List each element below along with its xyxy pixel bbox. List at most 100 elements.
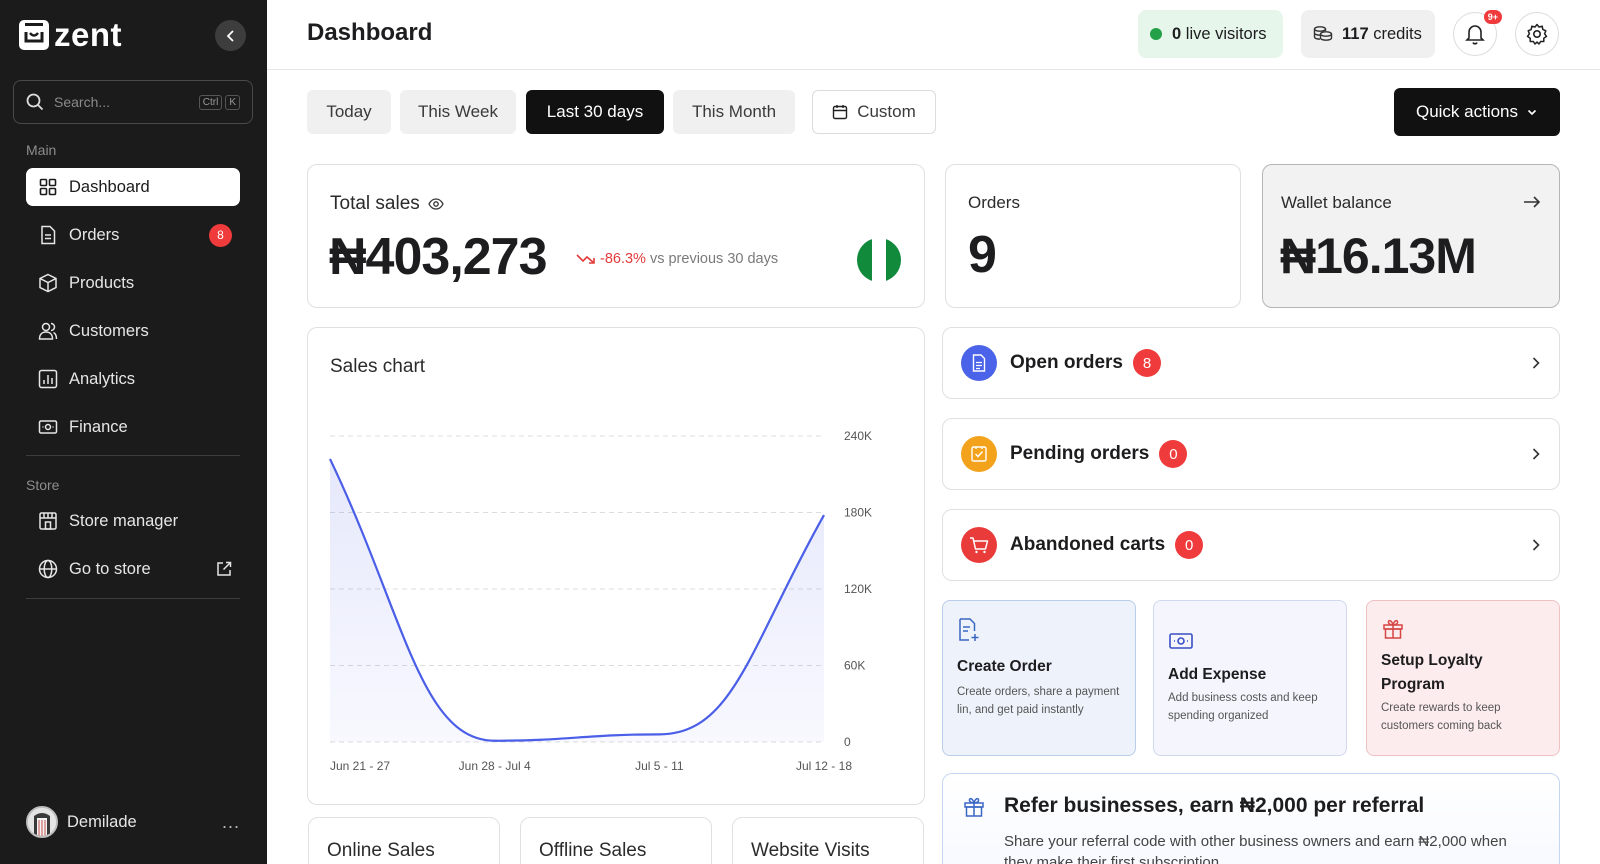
x-axis-ticks: Jun 21 - 27 Jun 28 - Jul 4 Jul 5 - 11 Jul 1… [330, 759, 852, 773]
abandoned-carts-row[interactable]: Abandoned carts 0 [942, 509, 1560, 581]
settings-button[interactable] [1515, 12, 1559, 56]
receipt-icon [961, 436, 997, 472]
live-status-dot [1150, 28, 1162, 40]
website-visits-label: Website Visits [751, 840, 870, 861]
setup-loyalty-title: Setup Loyalty Program [1381, 652, 1483, 693]
orders-value: 9 [968, 226, 997, 284]
y-tick-label: 60K [844, 659, 865, 673]
orders-count-badge: 8 [209, 223, 232, 247]
sales-chart[interactable]: 240K 180K 120K 60K 0 Jun 21 - 27 Jun 28 - Jul… [308, 328, 926, 806]
external-link-icon [216, 561, 232, 577]
add-expense-title: Add Expense [1168, 666, 1267, 683]
sidebar-item-products[interactable]: Products [26, 264, 240, 302]
collapse-sidebar-button[interactable] [215, 20, 246, 51]
total-sales-value: ₦403,273 [329, 228, 548, 286]
orders-card[interactable]: Orders 9 [945, 164, 1241, 308]
sidebar-item-label: Go to store [69, 559, 151, 578]
search-input[interactable]: Search... Ctrl K [13, 80, 253, 124]
eye-icon[interactable] [428, 198, 444, 210]
pending-orders-count: 0 [1159, 440, 1188, 468]
total-sales-card: Total sales ₦403,273 -86.3% vs previous … [307, 164, 925, 308]
bar-chart-icon [38, 369, 58, 389]
pending-orders-row[interactable]: Pending orders 0 [942, 418, 1560, 490]
gift-icon [1381, 617, 1545, 641]
arrow-right-icon [1523, 195, 1541, 209]
top-header: Dashboard 0 live visitors 117 credits 9+ [267, 0, 1600, 70]
filter-custom-label: Custom [857, 102, 916, 121]
sidebar-item-label: Products [69, 273, 135, 292]
y-axis-ticks: 240K 180K 120K 60K 0 [844, 429, 872, 749]
x-tick-label: Jun 21 - 27 [330, 759, 390, 773]
online-sales-card[interactable]: Online Sales [308, 817, 500, 864]
sidebar-divider [26, 598, 240, 599]
more-options-button[interactable]: ... [222, 812, 240, 833]
gear-icon [1526, 23, 1548, 45]
offline-sales-card[interactable]: Offline Sales [520, 817, 712, 864]
live-visitors-pill[interactable]: 0 live visitors [1138, 10, 1283, 58]
chevron-right-icon [1531, 447, 1541, 461]
chart-area [330, 458, 824, 742]
quick-actions-button[interactable]: Quick actions [1394, 88, 1560, 136]
sidebar-item-orders[interactable]: Orders 8 [26, 216, 240, 254]
y-tick-label: 240K [844, 429, 872, 443]
credits-count: 117 [1342, 24, 1369, 43]
filter-today[interactable]: Today [307, 90, 391, 134]
total-sales-label: Total sales [330, 193, 420, 214]
referral-card[interactable]: Refer businesses, earn ₦2,000 per referr… [942, 773, 1560, 864]
sales-change-percent: -86.3% [600, 251, 646, 267]
sidebar-item-dashboard[interactable]: Dashboard [26, 168, 240, 206]
chevron-down-icon [1526, 106, 1538, 118]
avatar [26, 806, 58, 838]
filter-this-week[interactable]: This Week [400, 90, 516, 134]
shortcut-ctrl: Ctrl [198, 94, 223, 110]
coins-icon [1313, 25, 1333, 43]
gift-icon [962, 795, 986, 819]
quick-actions-label: Quick actions [1415, 102, 1519, 121]
pending-orders-label: Pending orders [1010, 443, 1150, 464]
create-order-title: Create Order [957, 658, 1052, 675]
wallet-balance-card[interactable]: Wallet balance ₦16.13M [1262, 164, 1560, 308]
sidebar-item-go-to-store[interactable]: Go to store [26, 550, 240, 588]
section-label-main: Main [26, 142, 57, 158]
credits-pill[interactable]: 117 credits [1301, 10, 1435, 58]
document-icon [38, 225, 58, 245]
wallet-label: Wallet balance [1281, 193, 1392, 212]
box-icon [38, 273, 58, 293]
notification-badge: 9+ [1483, 10, 1502, 24]
y-tick-label: 0 [844, 735, 851, 749]
add-expense-card[interactable]: Add Expense Add business costs and keep … [1153, 600, 1347, 756]
wallet-value: ₦16.13M [1280, 228, 1477, 284]
website-visits-card[interactable]: Website Visits [732, 817, 924, 864]
sidebar-item-analytics[interactable]: Analytics [26, 360, 240, 398]
sidebar-item-label: Finance [69, 417, 128, 436]
nigeria-flag-icon [857, 238, 901, 282]
logo-text: zent [54, 16, 122, 53]
setup-loyalty-card[interactable]: Setup Loyalty Program Create rewards to … [1366, 600, 1560, 756]
filter-custom[interactable]: Custom [812, 90, 936, 134]
live-visitors-label: live visitors [1185, 24, 1267, 43]
sidebar-item-finance[interactable]: Finance [26, 408, 240, 446]
chevron-right-icon [1531, 538, 1541, 552]
create-order-card[interactable]: Create Order Create orders, share a paym… [942, 600, 1136, 756]
shortcut-k: K [225, 94, 240, 110]
sidebar-item-customers[interactable]: Customers [26, 312, 240, 350]
open-orders-label: Open orders [1010, 352, 1123, 373]
sidebar-item-store-manager[interactable]: Store manager [26, 502, 240, 540]
chevron-left-icon [226, 29, 234, 42]
y-tick-label: 180K [844, 506, 872, 520]
notifications-button[interactable]: 9+ [1453, 10, 1502, 56]
sidebar: zent Search... Ctrl K Main Dashboard Ord… [0, 0, 267, 864]
abandoned-carts-count: 0 [1175, 531, 1204, 559]
sidebar-item-label: Orders [69, 225, 120, 244]
x-tick-label: Jul 5 - 11 [635, 759, 684, 773]
user-profile[interactable]: Demilade ... [26, 806, 240, 838]
open-orders-row[interactable]: Open orders 8 [942, 327, 1560, 399]
store-icon [38, 511, 58, 531]
filter-last-30-days[interactable]: Last 30 days [526, 90, 664, 134]
grid-icon [38, 177, 58, 197]
logo[interactable]: zent [18, 18, 122, 52]
filter-this-month[interactable]: This Month [673, 90, 795, 134]
add-expense-desc: Add business costs and keep spending org… [1168, 692, 1318, 722]
referral-desc: Share your referral code with other busi… [1004, 833, 1507, 864]
abandoned-carts-label: Abandoned carts [1010, 534, 1166, 555]
